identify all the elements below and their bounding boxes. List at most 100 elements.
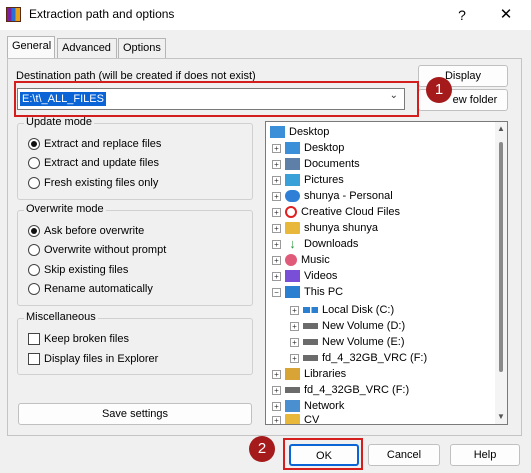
help-title-button[interactable]: ? — [442, 0, 482, 30]
radio-extract-and-replace[interactable]: Extract and replace files — [28, 138, 161, 150]
scroll-down-arrow-icon[interactable]: ▼ — [497, 412, 505, 421]
miscellaneous-title: Miscellaneous — [24, 311, 98, 323]
expand-plus-icon[interactable]: + — [290, 337, 299, 347]
checkbox-keep-broken-files[interactable]: Keep broken files — [28, 333, 129, 345]
expand-plus-icon[interactable]: + — [272, 143, 281, 153]
tree-item-libraries[interactable]: + Libraries — [272, 366, 346, 382]
tree-item-this-pc[interactable]: − This PC — [272, 284, 343, 300]
checkbox-label: Display files in Explorer — [44, 353, 159, 365]
drive-icon — [303, 323, 318, 329]
expand-plus-icon[interactable]: + — [272, 207, 281, 217]
tree-item-label: CV — [304, 414, 320, 425]
expand-plus-icon[interactable]: + — [272, 401, 281, 411]
expand-plus-icon[interactable]: + — [272, 415, 281, 424]
expand-plus-icon[interactable]: + — [272, 369, 281, 379]
expand-plus-icon[interactable]: + — [272, 223, 281, 233]
expand-plus-icon[interactable]: + — [272, 239, 281, 249]
radio-label: Overwrite without prompt — [44, 244, 167, 256]
tree-item-label: Desktop — [304, 142, 345, 154]
save-settings-button[interactable]: Save settings — [18, 403, 252, 425]
radio-ask-before-overwrite[interactable]: Ask before overwrite — [28, 225, 144, 237]
tree-item-volume-d[interactable]: + New Volume (D:) — [290, 318, 405, 334]
radio-overwrite-without-prompt[interactable]: Overwrite without prompt — [28, 244, 166, 256]
radio-label: Rename automatically — [44, 283, 153, 295]
checkbox-icon[interactable] — [28, 353, 40, 365]
tree-item-label: fd_4_32GB_VRC (F:) — [322, 352, 428, 364]
checkbox-icon[interactable] — [28, 333, 40, 345]
expand-plus-icon[interactable]: + — [272, 255, 281, 265]
tree-item-desktop[interactable]: + Desktop — [272, 140, 344, 156]
tree-item-cv[interactable]: + CV — [272, 412, 320, 425]
tree-item-videos[interactable]: + Videos — [272, 268, 337, 284]
desktop-folder-icon — [270, 126, 285, 138]
scroll-thumb[interactable] — [499, 142, 503, 372]
folder-icon — [285, 414, 300, 424]
radio-fresh-existing[interactable]: Fresh existing files only — [28, 177, 158, 189]
radio-rename-automatically[interactable]: Rename automatically — [28, 283, 153, 295]
tree-item-pictures[interactable]: + Pictures — [272, 172, 344, 188]
checkbox-display-files-in-explorer[interactable]: Display files in Explorer — [28, 353, 158, 365]
tree-item-music[interactable]: + Music — [272, 252, 330, 268]
tree-item-user-folder[interactable]: + shunya shunya — [272, 220, 378, 236]
radio-label: Extract and replace files — [44, 138, 162, 150]
tree-item-label: New Volume (D:) — [322, 320, 406, 332]
tree-item-label: Videos — [304, 270, 338, 282]
expand-plus-icon[interactable]: + — [272, 175, 281, 185]
tree-item-volume-e[interactable]: + New Volume (E:) — [290, 334, 405, 350]
radio-label: Extract and update files — [44, 157, 159, 169]
desktop-folder-icon — [285, 142, 300, 154]
tab-general[interactable]: General — [7, 36, 55, 58]
folder-tree[interactable]: Desktop + Desktop + Documents + Pictures… — [265, 121, 508, 425]
radio-button-icon[interactable] — [28, 157, 40, 169]
pictures-icon — [285, 174, 300, 186]
tree-item-creative-cloud[interactable]: + Creative Cloud Files — [272, 204, 400, 220]
tree-item-label: shunya - Personal — [304, 190, 393, 202]
expand-plus-icon[interactable]: + — [272, 191, 281, 201]
expand-plus-icon[interactable]: + — [272, 159, 281, 169]
tree-item-desktop-root[interactable]: Desktop — [270, 124, 329, 140]
tree-item-documents[interactable]: + Documents — [272, 156, 360, 172]
onedrive-cloud-icon — [285, 190, 300, 202]
tab-advanced[interactable]: Advanced — [57, 38, 117, 58]
radio-button-icon[interactable] — [28, 138, 40, 150]
radio-button-icon[interactable] — [28, 225, 40, 237]
tree-item-usb-f-under-pc[interactable]: + fd_4_32GB_VRC (F:) — [290, 350, 427, 366]
usb-drive-icon — [303, 355, 318, 361]
radio-extract-and-update[interactable]: Extract and update files — [28, 157, 159, 169]
radio-button-icon[interactable] — [28, 283, 40, 295]
cancel-button[interactable]: Cancel — [368, 444, 440, 466]
downloads-icon: ↓ — [289, 236, 296, 251]
radio-skip-existing[interactable]: Skip existing files — [28, 264, 128, 276]
tree-scrollbar[interactable]: ▲ ▼ — [495, 122, 507, 424]
tab-options[interactable]: Options — [118, 38, 166, 58]
this-pc-icon — [285, 286, 300, 298]
scroll-up-arrow-icon[interactable]: ▲ — [497, 124, 505, 133]
windows-drive-icon — [303, 307, 318, 313]
tree-item-downloads[interactable]: + ↓ Downloads — [272, 236, 358, 252]
radio-button-icon[interactable] — [28, 244, 40, 256]
radio-label: Fresh existing files only — [44, 177, 159, 189]
tree-item-label: Network — [304, 400, 345, 412]
documents-icon — [285, 158, 300, 170]
help-button[interactable]: Help — [450, 444, 520, 466]
expand-plus-icon[interactable]: + — [290, 305, 299, 315]
tree-item-usb-f[interactable]: + fd_4_32GB_VRC (F:) — [272, 382, 409, 398]
close-button[interactable]: ✕ — [486, 0, 526, 30]
expand-plus-icon[interactable]: + — [272, 385, 281, 395]
step-badge-1: 1 — [426, 77, 452, 103]
checkbox-label: Keep broken files — [44, 333, 129, 345]
tree-item-label: New Volume (E:) — [322, 336, 405, 348]
radio-button-icon[interactable] — [28, 264, 40, 276]
expand-plus-icon[interactable]: + — [290, 321, 299, 331]
libraries-icon — [285, 368, 300, 380]
radio-button-icon[interactable] — [28, 177, 40, 189]
tree-item-local-disk-c[interactable]: + Local Disk (C:) — [290, 302, 394, 318]
tree-item-label: Libraries — [304, 368, 347, 380]
music-icon — [285, 254, 297, 266]
expand-plus-icon[interactable]: + — [272, 271, 281, 281]
collapse-minus-icon[interactable]: − — [272, 287, 281, 297]
tree-item-onedrive[interactable]: + shunya - Personal — [272, 188, 393, 204]
expand-plus-icon[interactable]: + — [290, 353, 299, 363]
tree-item-label: Local Disk (C:) — [322, 304, 395, 316]
title-bar: Extraction path and options ? ✕ — [0, 0, 531, 30]
